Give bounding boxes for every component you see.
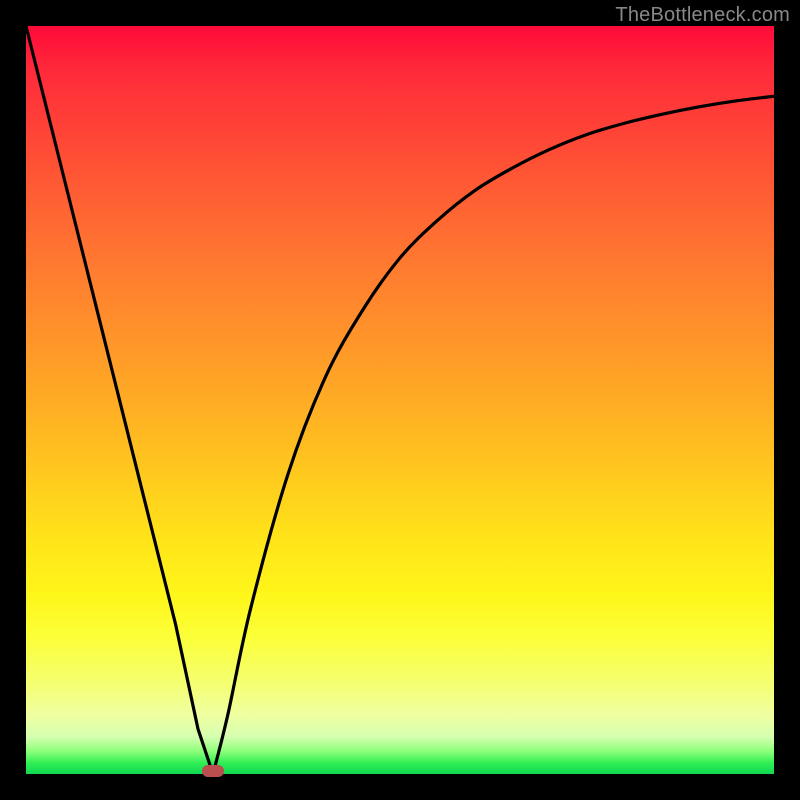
chart-frame: TheBottleneck.com xyxy=(0,0,800,800)
watermark-text: TheBottleneck.com xyxy=(615,4,790,27)
minimum-marker xyxy=(202,765,224,777)
plot-area xyxy=(26,26,774,774)
bottleneck-curve xyxy=(26,26,774,774)
